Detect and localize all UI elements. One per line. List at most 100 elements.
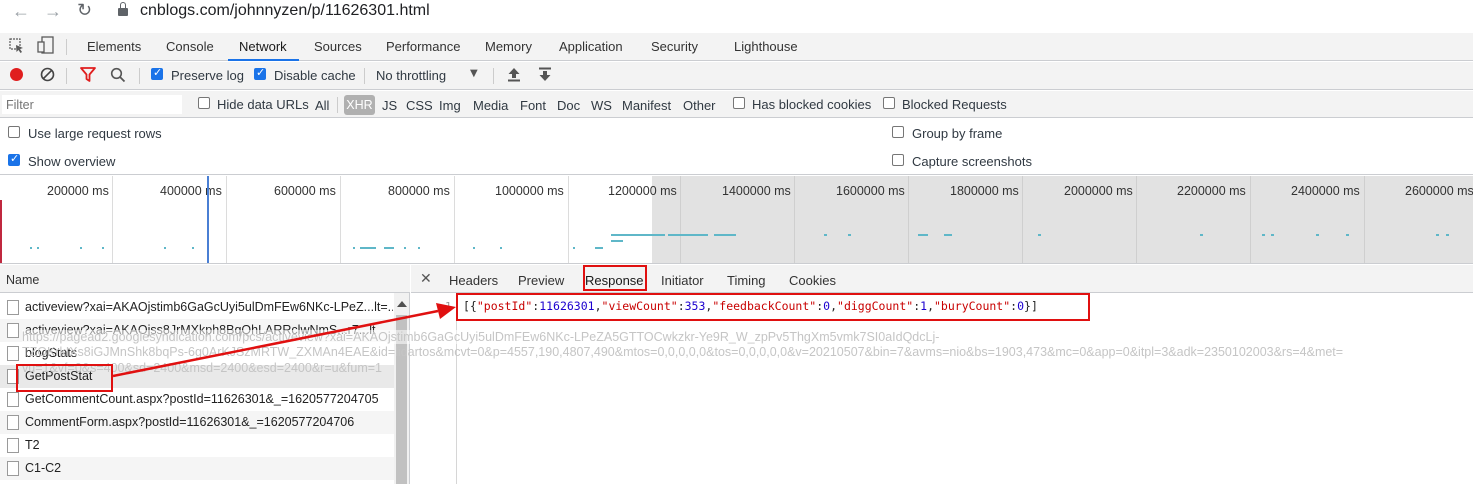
export-har-icon[interactable] — [538, 67, 552, 82]
has-blocked-cookies-checkbox[interactable] — [733, 97, 745, 109]
type-filter-all[interactable]: All — [315, 98, 329, 113]
name-column-header[interactable]: Name — [0, 265, 410, 293]
type-filter-css[interactable]: CSS — [406, 98, 433, 113]
request-blip — [473, 247, 475, 249]
tab-cookies[interactable]: Cookies — [789, 273, 836, 288]
scroll-up-icon[interactable] — [397, 301, 407, 307]
type-filter-ws[interactable]: WS — [591, 98, 612, 113]
divider — [66, 68, 67, 84]
request-blip — [418, 247, 420, 249]
overview-tick: 2200000 ms — [1177, 184, 1246, 198]
tab-sources[interactable]: Sources — [314, 39, 362, 54]
file-icon — [7, 392, 19, 407]
request-blip — [1271, 234, 1274, 236]
request-row[interactable]: T2 — [0, 434, 394, 457]
request-blip — [80, 247, 82, 249]
blocked-requests-checkbox[interactable] — [883, 97, 895, 109]
tab-timing[interactable]: Timing — [727, 273, 766, 288]
tab-preview[interactable]: Preview — [518, 273, 564, 288]
request-name: T2 — [25, 438, 40, 452]
forward-icon[interactable]: → — [44, 1, 62, 22]
device-toolbar-icon[interactable] — [37, 36, 55, 54]
import-har-icon[interactable] — [507, 67, 521, 82]
request-blip — [1436, 234, 1439, 236]
tab-headers[interactable]: Headers — [449, 273, 498, 288]
request-blip — [918, 234, 928, 236]
tab-performance[interactable]: Performance — [386, 39, 460, 54]
type-filter-js[interactable]: JS — [382, 98, 397, 113]
load-event-marker — [207, 176, 209, 263]
grid-line — [340, 176, 341, 263]
line-number: 1 — [445, 300, 452, 313]
search-icon[interactable] — [110, 67, 126, 83]
back-icon[interactable]: ← — [12, 1, 30, 22]
request-blip — [848, 234, 851, 236]
filter-input[interactable] — [2, 95, 182, 114]
request-blip — [500, 247, 502, 249]
inspect-element-icon[interactable] — [9, 38, 25, 54]
close-icon[interactable]: ✕ — [420, 271, 432, 287]
response-tab-highlight — [583, 265, 647, 291]
request-name: GetCommentCount.aspx?postId=11626301&_=1… — [25, 392, 379, 406]
tab-application[interactable]: Application — [559, 39, 623, 54]
tab-lighthouse[interactable]: Lighthouse — [734, 39, 798, 54]
request-blip — [192, 247, 194, 249]
request-row[interactable]: CommentForm.aspx?postId=11626301&_=16205… — [0, 411, 394, 434]
request-row[interactable]: activeview?xai=AKAOjstimb6GaGcUyi5ulDmFE… — [0, 296, 394, 319]
clear-icon[interactable] — [40, 67, 55, 82]
type-filter-img[interactable]: Img — [439, 98, 461, 113]
show-overview-checkbox[interactable] — [8, 152, 20, 166]
request-blip — [360, 247, 376, 249]
request-name: C1-C2 — [25, 461, 62, 475]
response-highlight — [456, 293, 1090, 321]
type-filter-doc[interactable]: Doc — [557, 98, 580, 113]
reload-icon[interactable]: ↻ — [77, 0, 92, 21]
request-row[interactable]: C1-C2 — [0, 457, 394, 480]
network-settings — [0, 118, 1473, 175]
dropdown-arrow-icon[interactable]: ▼ — [470, 68, 478, 79]
request-blip — [595, 247, 603, 249]
type-filter-manifest[interactable]: Manifest — [622, 98, 671, 113]
record-button[interactable] — [10, 68, 23, 81]
type-filter-font[interactable]: Font — [520, 98, 546, 113]
tab-initiator[interactable]: Initiator — [661, 273, 704, 288]
request-blip — [1446, 234, 1449, 236]
blocked-requests-label: Blocked Requests — [902, 97, 1007, 112]
divider — [66, 39, 67, 55]
overview-tick: 1200000 ms — [608, 184, 677, 198]
hide-data-urls-checkbox[interactable] — [198, 97, 210, 109]
tab-security[interactable]: Security — [651, 39, 698, 54]
request-blip — [573, 247, 575, 249]
request-blip — [1346, 234, 1349, 236]
request-list-scrollbar[interactable] — [394, 293, 409, 484]
request-blip — [824, 234, 827, 236]
getpoststat-highlight — [16, 364, 113, 392]
type-filter-xhr[interactable]: XHR — [344, 95, 375, 115]
throttling-select[interactable]: No throttling — [376, 68, 446, 83]
tab-network[interactable]: Network — [239, 39, 287, 54]
large-rows-checkbox[interactable] — [8, 126, 20, 138]
overview-tick: 800000 ms — [388, 184, 450, 198]
line-gutter: 1 — [411, 293, 457, 484]
type-filter-other[interactable]: Other — [683, 98, 716, 113]
request-blip — [611, 234, 665, 236]
overview-tick: 2600000 ms — [1405, 184, 1473, 198]
request-blip — [611, 240, 623, 242]
overview-tick: 1400000 ms — [722, 184, 791, 198]
grid-line — [568, 176, 569, 263]
type-filter-media[interactable]: Media — [473, 98, 508, 113]
request-blip — [1200, 234, 1203, 236]
tab-memory[interactable]: Memory — [485, 39, 532, 54]
tab-elements[interactable]: Elements — [87, 39, 141, 54]
group-by-frame-checkbox[interactable] — [892, 126, 904, 138]
capture-screenshots-checkbox[interactable] — [892, 154, 904, 166]
preserve-log-label: Preserve log — [171, 68, 244, 83]
tab-console[interactable]: Console — [166, 39, 214, 54]
filter-icon[interactable] — [80, 67, 96, 82]
detail-tabbar: ✕ Headers Preview Response Initiator Tim… — [411, 265, 1473, 293]
preserve-log-checkbox[interactable] — [151, 66, 163, 80]
network-overview[interactable]: 200000 ms 400000 ms 600000 ms 800000 ms … — [0, 176, 1473, 264]
disable-cache-checkbox[interactable] — [254, 66, 266, 80]
url-field[interactable]: cnblogs.com/johnnyzen/p/11626301.html — [140, 2, 430, 20]
lock-icon[interactable] — [118, 2, 128, 16]
